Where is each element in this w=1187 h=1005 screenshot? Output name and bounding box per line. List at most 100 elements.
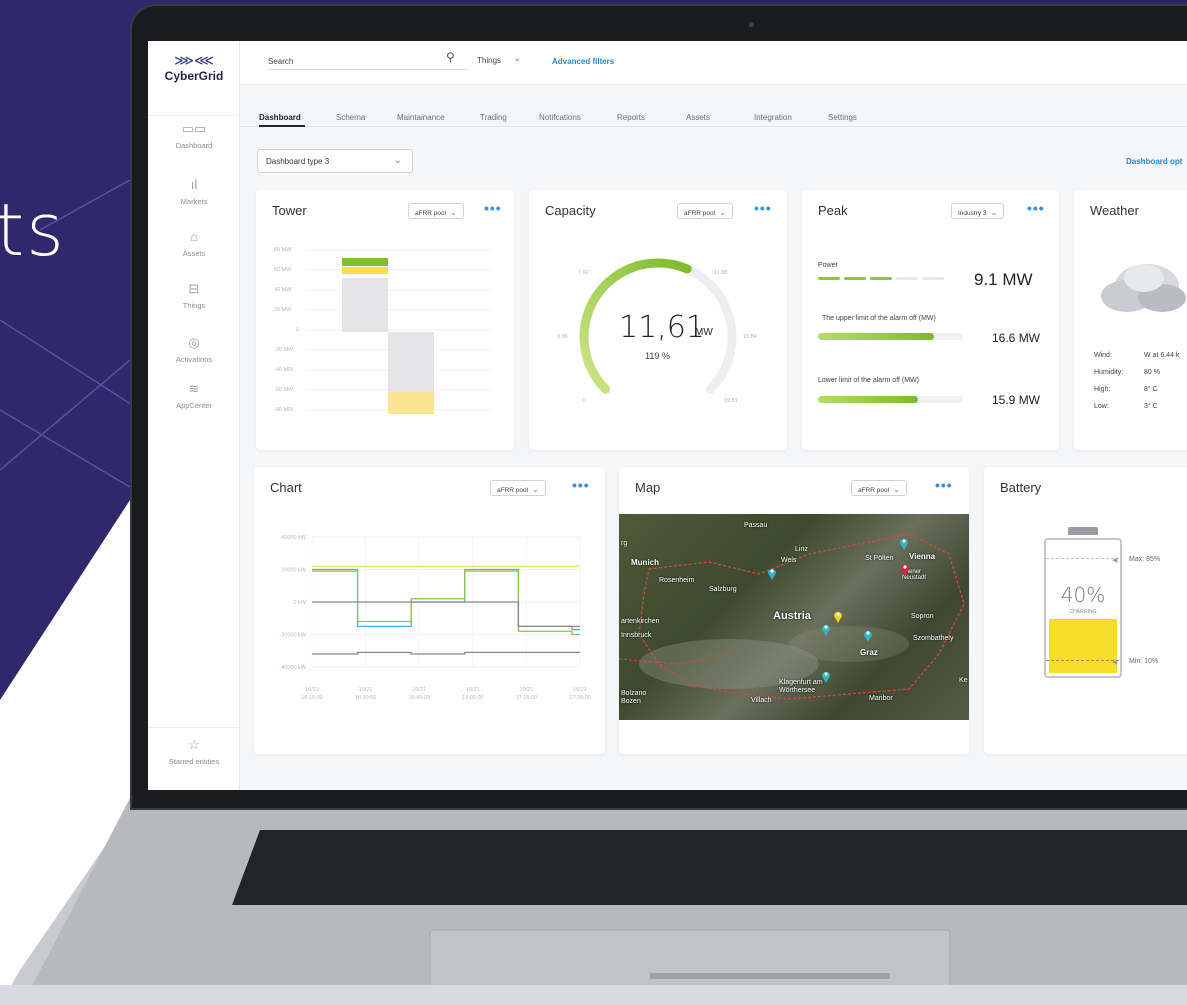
- sidebar-item-markets[interactable]: ıl Markets: [148, 177, 240, 206]
- map-pin-icon[interactable]: [821, 622, 831, 636]
- more-options-icon[interactable]: •••: [1027, 201, 1045, 215]
- tower-axis-label: 0: [296, 327, 300, 333]
- tab-trading[interactable]: Trading: [480, 113, 507, 122]
- tower-dropdown[interactable]: aFRR pool ⌄: [408, 203, 464, 219]
- sidebar-item-label: Markets: [180, 197, 208, 206]
- sidebar-item-label: Things: [182, 301, 206, 310]
- tab-bar: Dashboard Schema Maintainance Trading No…: [240, 85, 1187, 127]
- weather-wind-value: W at 6.44 k: [1144, 352, 1180, 359]
- chevron-down-icon: ⌄: [532, 485, 539, 494]
- cybergrid-logo-icon: ⋙⋘: [174, 52, 214, 68]
- sidebar-item-assets[interactable]: ⌂ Assets: [148, 229, 240, 258]
- map-pin-icon[interactable]: [821, 669, 831, 683]
- layers-icon: ≋: [188, 381, 200, 396]
- map-label: Innsbruck: [621, 632, 652, 639]
- map-pin-icon[interactable]: [767, 566, 777, 580]
- map-label: Ke: [959, 677, 968, 684]
- sidebar-divider: [148, 727, 240, 728]
- tower-axis-label: -40 MW: [274, 367, 294, 373]
- more-options-icon[interactable]: •••: [935, 478, 953, 492]
- chart-x-tick-label: 16:15:00: [301, 695, 322, 701]
- battery-fill: [1049, 618, 1117, 673]
- gauge-tick: 19.81: [724, 398, 738, 404]
- chart-x-tick-label: 10/21: [466, 687, 480, 693]
- dropdown-value: Industry 3: [958, 210, 987, 217]
- peak-card: Peak Industry 3 ⌄ ••• Power 9.1 MW The up…: [802, 190, 1059, 450]
- map-label: Wels: [781, 557, 797, 564]
- battery-max-arrow-icon: ◀: [1112, 557, 1118, 564]
- battery-min-line: [1046, 660, 1120, 661]
- battery-status: CHARGING: [1069, 609, 1097, 615]
- star-icon: ☆: [188, 737, 200, 752]
- chart-series-line: [312, 601, 580, 628]
- home-icon: ⌂: [190, 229, 198, 244]
- tower-bar-green: [342, 258, 388, 266]
- tab-reports[interactable]: Reports: [617, 113, 645, 122]
- map-pin-icon[interactable]: [863, 628, 873, 642]
- more-options-icon[interactable]: •••: [484, 201, 502, 215]
- chart-dropdown[interactable]: aFRR pool ⌄: [490, 480, 546, 496]
- logo[interactable]: ⋙⋘ CyberGrid: [148, 53, 240, 83]
- capacity-dropdown[interactable]: aFRR pool ⌄: [677, 203, 733, 219]
- tower-bar-yellow-bottom: [388, 392, 434, 414]
- things-filter[interactable]: Things: [477, 56, 501, 65]
- card-title: Peak: [818, 203, 848, 218]
- dashboard-options-link[interactable]: Dashboard opt: [1126, 157, 1182, 166]
- map-dropdown[interactable]: aFRR pool ⌄: [851, 480, 907, 496]
- search-input[interactable]: Search: [268, 54, 468, 70]
- chart-x-tick-label: 10/21: [573, 687, 587, 693]
- tab-assets[interactable]: Assets: [686, 113, 710, 122]
- hero-text: ts: [0, 188, 66, 272]
- sidebar-divider: [148, 115, 240, 116]
- battery-terminal: [1068, 527, 1098, 535]
- router-icon: ⊟: [188, 281, 200, 296]
- card-title: Capacity: [545, 203, 596, 218]
- satellite-map[interactable]: Passau Munich Linz Wels St Pölten Vienna…: [619, 514, 969, 720]
- map-label: Graz: [860, 648, 878, 657]
- tab-maintainance[interactable]: Maintainance: [397, 113, 445, 122]
- sidebar-item-starred[interactable]: ☆ Starred entities: [148, 737, 240, 766]
- tower-axis-label: 60 MW: [274, 267, 292, 273]
- dashboard-type-select[interactable]: Dashboard type 3 ⌄: [257, 149, 413, 173]
- tower-axis-label: -60 MW: [274, 387, 294, 393]
- map-label: Linz: [795, 546, 808, 553]
- more-options-icon[interactable]: •••: [754, 201, 772, 215]
- tab-notifications[interactable]: Notifcations: [539, 113, 581, 122]
- tab-schema[interactable]: Schema: [336, 113, 365, 122]
- tab-settings[interactable]: Settings: [828, 113, 857, 122]
- chart-series-line: [312, 651, 580, 655]
- peak-dropdown[interactable]: Industry 3 ⌄: [951, 203, 1005, 219]
- search-icon[interactable]: ⚲: [446, 50, 455, 64]
- map-pin-icon[interactable]: [833, 609, 843, 623]
- chart-x-tick-label: 17:00:00: [462, 695, 483, 701]
- chevron-down-icon: ⌄: [450, 208, 457, 217]
- more-options-icon[interactable]: •••: [572, 478, 590, 492]
- tab-dashboard[interactable]: Dashboard: [259, 113, 301, 122]
- lower-limit-value: 15.9 MW: [992, 393, 1041, 407]
- dashboard-type-value: Dashboard type 3: [266, 157, 330, 166]
- weather-humidity-key: Humidity:: [1094, 369, 1124, 376]
- card-title: Chart: [270, 480, 302, 495]
- lower-limit-label: Lower limit of the alarm off (MW): [818, 377, 920, 384]
- map-label: Bolzano Bozen: [621, 690, 647, 705]
- card-title: Tower: [272, 203, 307, 218]
- sidebar-item-label: Starred entities: [168, 757, 220, 766]
- sidebar-item-dashboard[interactable]: ▭▭ Dashboard: [148, 121, 240, 150]
- dashboard-icon: ▭▭: [181, 121, 207, 136]
- tower-axis-label: 80 MW: [274, 247, 292, 253]
- logo-name: CyberGrid: [164, 69, 224, 83]
- camera-dot: [749, 22, 754, 27]
- map-label: Sopron: [911, 613, 934, 620]
- map-pin-icon[interactable]: [899, 536, 909, 550]
- sidebar-item-things[interactable]: ⊟ Things: [148, 281, 240, 310]
- map-label: rg: [621, 540, 628, 547]
- chevron-down-icon[interactable]: ⌄: [513, 53, 521, 64]
- chart-x-tick-label: 17:15:00: [516, 695, 537, 701]
- map-pin-icon[interactable]: [900, 562, 910, 576]
- sidebar-item-appcenter[interactable]: ≋ AppCenter: [148, 381, 240, 410]
- map-label: Maribor: [869, 695, 893, 702]
- advanced-filters-link[interactable]: Advanced filters: [552, 57, 614, 66]
- tab-integration[interactable]: Integration: [754, 113, 792, 122]
- power-dashes: [818, 277, 944, 280]
- sidebar-item-activations[interactable]: ◎ Activations: [148, 335, 240, 364]
